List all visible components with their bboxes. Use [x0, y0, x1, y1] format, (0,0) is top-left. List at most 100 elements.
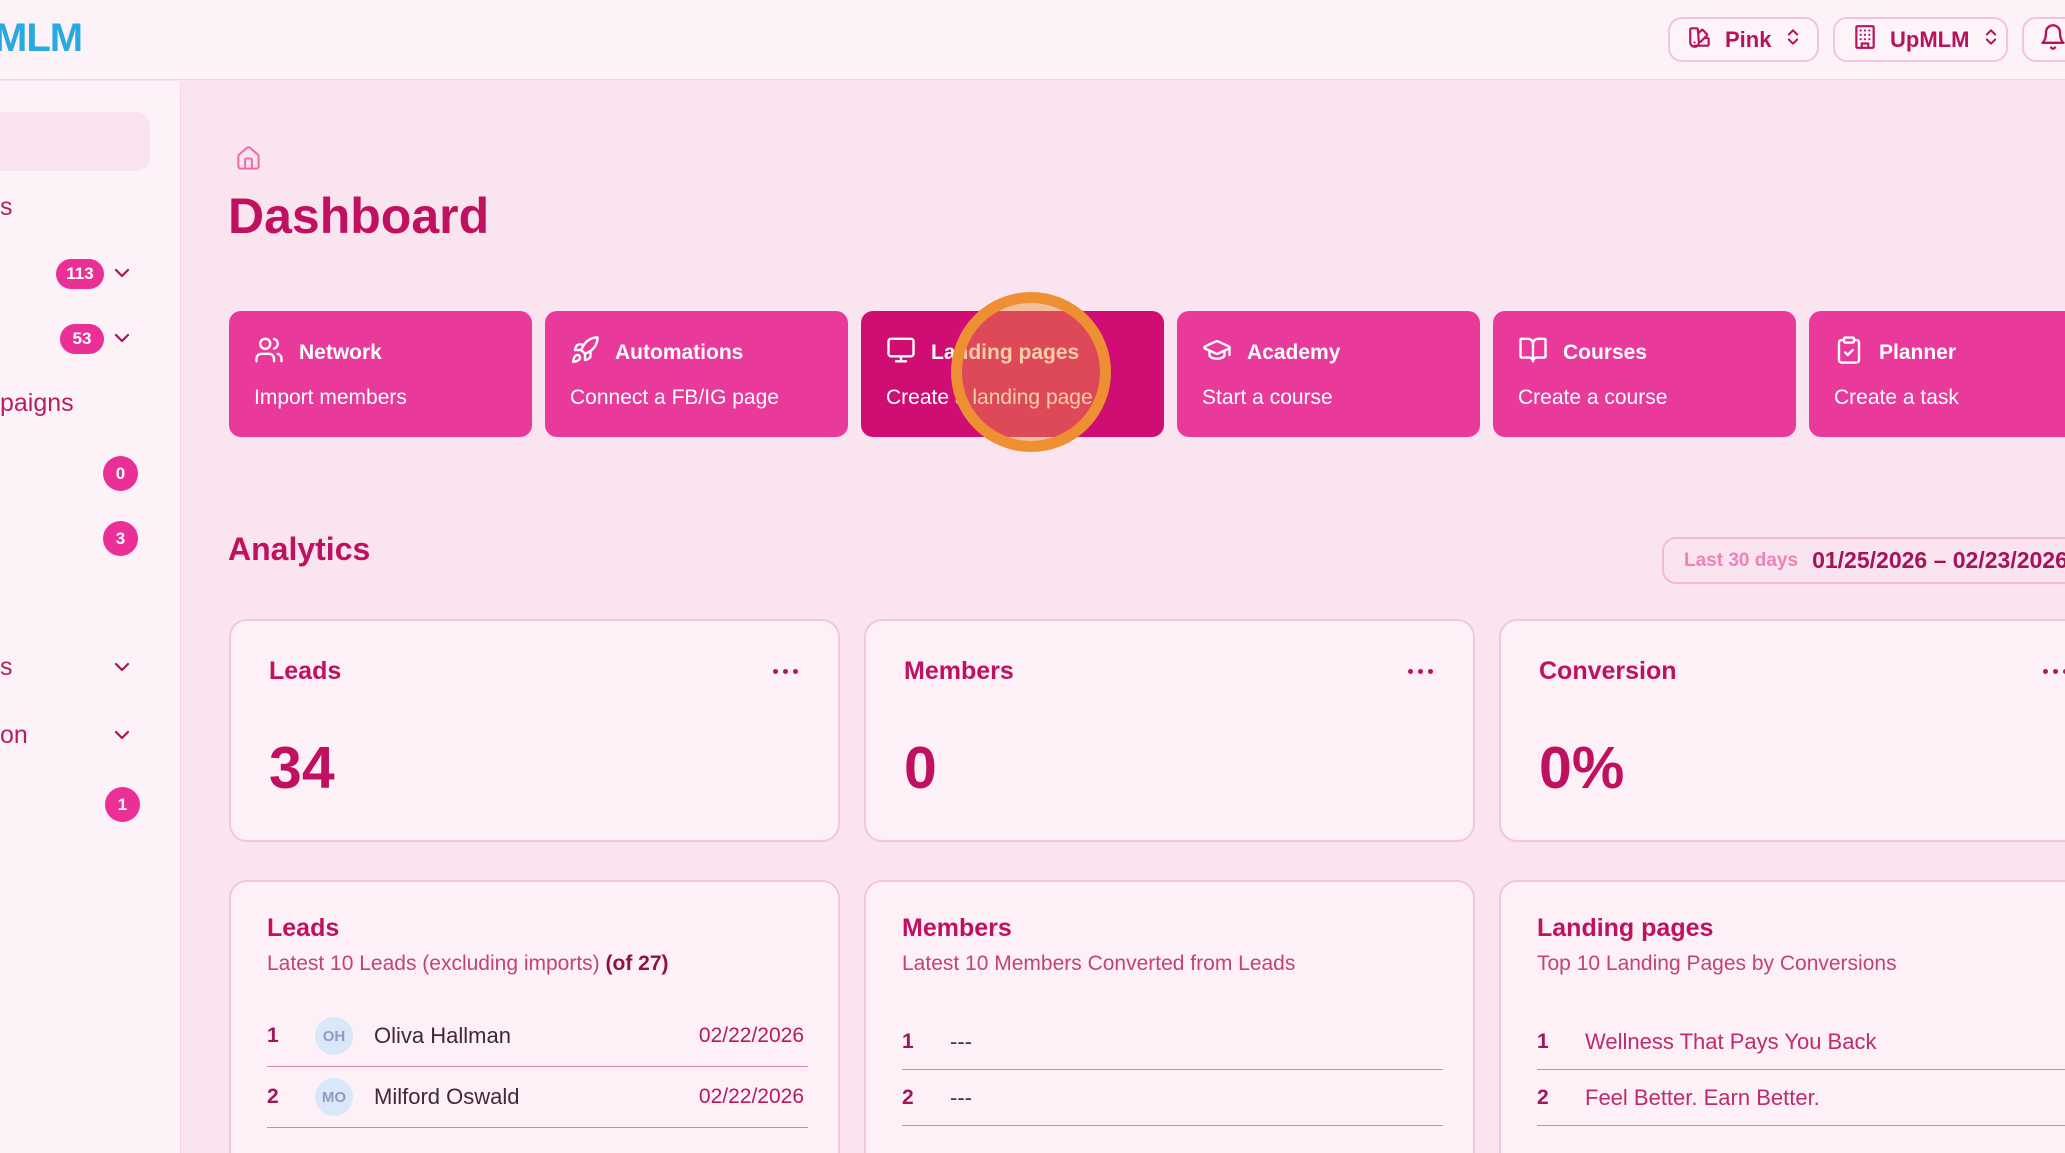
graduation-cap-icon	[1202, 335, 1232, 371]
sidebar-item-selected[interactable]	[0, 112, 150, 171]
quick-action-title: Academy	[1247, 341, 1340, 365]
lists-row: Leads Latest 10 Leads (excluding imports…	[229, 880, 2065, 1153]
list-card-leads: Leads Latest 10 Leads (excluding imports…	[229, 880, 840, 1153]
quick-action-subtitle: Create a landing page	[886, 386, 1164, 410]
date-range-picker[interactable]: Last 30 days 01/25/2026 – 02/23/2026	[1662, 537, 2065, 584]
quick-action-subtitle: Create a course	[1518, 386, 1796, 410]
stat-title: Leads	[269, 657, 341, 686]
theme-select-label: Pink	[1725, 27, 1771, 53]
quick-action-title: Planner	[1879, 341, 1956, 365]
org-select-label: UpMLM	[1890, 27, 1969, 53]
quick-actions-row: Network Import members Automations Conne…	[229, 311, 2065, 437]
org-select[interactable]: UpMLM	[1833, 17, 2008, 62]
stat-value: 0	[904, 734, 1435, 802]
row-number: 1	[267, 1024, 299, 1048]
clipboard-check-icon	[1834, 335, 1864, 371]
book-open-icon	[1518, 335, 1548, 371]
sidebar: s 113 53 paigns 0 3 s on 1	[0, 81, 181, 1153]
quick-action-title: Network	[299, 341, 382, 365]
landing-page-row[interactable]: 2 Feel Better. Earn Better.	[1537, 1070, 2065, 1126]
member-row[interactable]: 1 ---	[902, 1014, 1443, 1070]
building-icon	[1852, 24, 1878, 56]
sidebar-item-label[interactable]: s	[0, 653, 13, 682]
stat-card-leads: Leads 34	[229, 619, 840, 842]
stat-value: 0%	[1539, 734, 2065, 802]
chevron-down-icon[interactable]	[110, 723, 134, 752]
sidebar-badge: 113	[56, 259, 104, 289]
monitor-icon	[886, 335, 916, 371]
landing-page-name: Wellness That Pays You Back	[1585, 1029, 1876, 1055]
chevrons-up-down-icon	[1783, 27, 1803, 53]
quick-action-planner[interactable]: Planner Create a task	[1809, 311, 2065, 437]
chevrons-up-down-icon	[1981, 27, 2001, 53]
list-card-members: Members Latest 10 Members Converted from…	[864, 880, 1475, 1153]
lead-row[interactable]: 2 MO Milford Oswald 02/22/2026	[267, 1067, 808, 1128]
sidebar-item-label[interactable]: on	[0, 721, 28, 750]
date-range-preset: Last 30 days	[1684, 550, 1798, 572]
lead-row[interactable]: 1 OH Oliva Hallman 02/22/2026	[267, 1006, 808, 1067]
quick-action-title: Automations	[615, 341, 743, 365]
row-number: 2	[267, 1085, 299, 1109]
quick-action-academy[interactable]: Academy Start a course	[1177, 311, 1480, 437]
quick-action-title: Landing pages	[931, 341, 1079, 365]
ellipsis-menu-icon[interactable]	[1406, 663, 1435, 680]
list-card-landing-pages: Landing pages Top 10 Landing Pages by Co…	[1499, 880, 2065, 1153]
quick-action-landing-pages[interactable]: Landing pages Create a landing page	[861, 311, 1164, 437]
date-range-value: 01/25/2026 – 02/23/2026	[1812, 547, 2065, 574]
list-title: Members	[902, 914, 1443, 943]
sidebar-badge: 0	[103, 456, 138, 491]
landing-page-row[interactable]: 1 Wellness That Pays You Back	[1537, 1014, 2065, 1070]
landing-page-name: Feel Better. Earn Better.	[1585, 1085, 1820, 1111]
avatar: OH	[315, 1017, 353, 1055]
chevron-down-icon[interactable]	[110, 261, 134, 290]
topbar: MLM Pink UpMLM	[0, 0, 2065, 80]
quick-action-network[interactable]: Network Import members	[229, 311, 532, 437]
member-name: ---	[950, 1085, 972, 1111]
analytics-heading: Analytics	[228, 531, 370, 568]
list-subtitle: Latest 10 Members Converted from Leads	[902, 952, 1443, 976]
users-icon	[254, 335, 284, 371]
quick-action-subtitle: Create a task	[1834, 386, 2065, 410]
home-breadcrumb-icon[interactable]	[235, 145, 262, 177]
row-number: 1	[902, 1030, 934, 1054]
sidebar-badge: 3	[103, 521, 138, 556]
stats-row: Leads 34 Members 0 Conversion 0%	[229, 619, 2065, 842]
lead-date: 02/22/2026	[699, 1085, 808, 1109]
quick-action-automations[interactable]: Automations Connect a FB/IG page	[545, 311, 848, 437]
theme-select[interactable]: Pink	[1668, 17, 1819, 62]
avatar: MO	[315, 1078, 353, 1116]
bell-icon	[2039, 23, 2065, 57]
quick-action-title: Courses	[1563, 341, 1647, 365]
row-number: 1	[1537, 1030, 1569, 1054]
member-name: ---	[950, 1029, 972, 1055]
app-logo: MLM	[0, 16, 82, 61]
chevron-down-icon[interactable]	[110, 326, 134, 355]
list-subtitle: Top 10 Landing Pages by Conversions	[1537, 952, 2065, 976]
stat-card-conversion: Conversion 0%	[1499, 619, 2065, 842]
rocket-icon	[570, 335, 600, 371]
stat-title: Members	[904, 657, 1014, 686]
chevron-down-icon[interactable]	[110, 655, 134, 684]
row-number: 2	[1537, 1086, 1569, 1110]
ellipsis-menu-icon[interactable]	[2041, 663, 2065, 680]
stat-card-members: Members 0	[864, 619, 1475, 842]
sidebar-badge: 53	[60, 324, 104, 354]
quick-action-courses[interactable]: Courses Create a course	[1493, 311, 1796, 437]
main-content: Dashboard Network Import members Automat…	[181, 81, 2065, 1153]
list-subtitle: Latest 10 Leads (excluding imports) (of …	[267, 952, 808, 976]
quick-action-subtitle: Connect a FB/IG page	[570, 386, 848, 410]
stat-title: Conversion	[1539, 657, 1677, 686]
sidebar-badge: 1	[105, 787, 140, 822]
notifications-button[interactable]	[2022, 17, 2065, 62]
row-number: 2	[902, 1086, 934, 1110]
list-title: Landing pages	[1537, 914, 2065, 943]
lead-name: Oliva Hallman	[374, 1023, 699, 1049]
quick-action-subtitle: Start a course	[1202, 386, 1480, 410]
swatch-book-icon	[1687, 24, 1713, 56]
member-row[interactable]: 2 ---	[902, 1070, 1443, 1126]
sidebar-item-label[interactable]: s	[0, 193, 13, 222]
page-title: Dashboard	[228, 187, 489, 245]
stat-value: 34	[269, 734, 800, 802]
sidebar-item-campaigns[interactable]: paigns	[0, 389, 74, 418]
ellipsis-menu-icon[interactable]	[771, 663, 800, 680]
